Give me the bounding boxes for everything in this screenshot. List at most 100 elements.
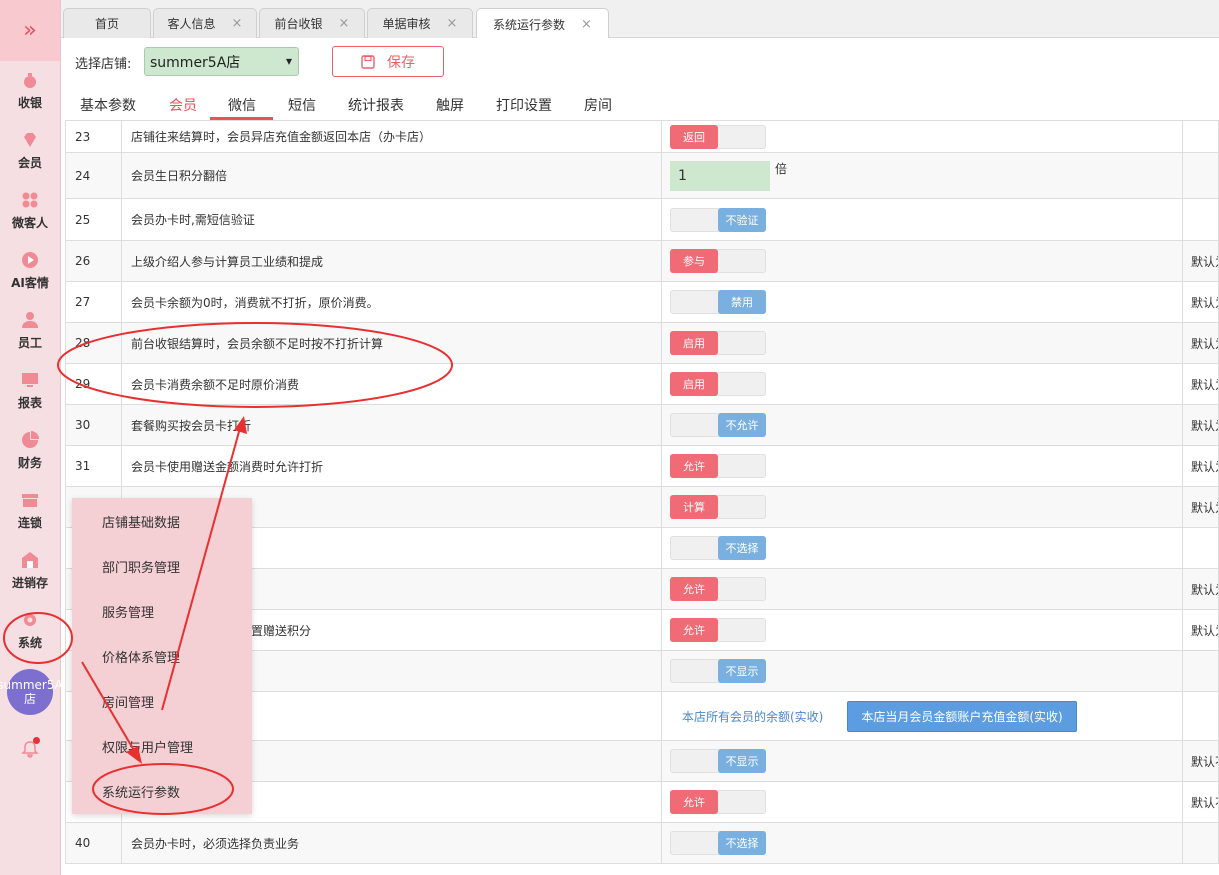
setting-toggle[interactable]: 不选择: [670, 831, 766, 855]
close-icon[interactable]: ×: [447, 16, 458, 31]
menu-item[interactable]: 权限与用户管理: [102, 737, 193, 756]
sidebar-item[interactable]: AI客情: [0, 241, 60, 301]
subtab-reports[interactable]: 统计报表: [348, 95, 404, 115]
menu-item[interactable]: 房间管理: [102, 692, 154, 711]
pie-icon: [21, 431, 39, 449]
expand-sidebar-button[interactable]: »: [0, 0, 60, 61]
subtab-rooms[interactable]: 房间: [584, 95, 612, 115]
toolbar: 选择店铺: summer5A店 ▾ 保存: [61, 38, 1219, 86]
toggle-knob: 计算: [670, 495, 718, 519]
sidebar-item-label: 系统: [17, 636, 42, 650]
subtab-wechat[interactable]: 微信: [228, 95, 256, 115]
unit-label: 倍: [775, 162, 788, 176]
chevron-down-icon: ▾: [285, 54, 292, 68]
gear-icon: [21, 611, 39, 629]
setting-toggle[interactable]: 启用: [670, 372, 766, 396]
subtab-basic[interactable]: 基本参数: [80, 95, 136, 115]
row-description: 会员卡余额为0时，消费就不打折，原价消费。: [121, 282, 661, 322]
close-icon[interactable]: ×: [339, 16, 350, 31]
setting-toggle[interactable]: 不选择: [670, 536, 766, 560]
store-select-value: summer5A店: [150, 54, 241, 71]
row-control: 1倍: [661, 153, 1182, 198]
menu-item[interactable]: 价格体系管理: [102, 647, 180, 666]
setting-toggle[interactable]: 返回: [670, 124, 766, 149]
subtab-member[interactable]: 会员: [169, 95, 197, 115]
setting-toggle[interactable]: 不显示: [670, 659, 766, 683]
notification-bell-button[interactable]: [18, 737, 42, 761]
menu-item[interactable]: 系统运行参数: [102, 782, 180, 801]
tab-customer-info[interactable]: 客人信息 ×: [153, 8, 257, 38]
table-row: 25 会员办卡时,需短信验证 不验证: [65, 199, 1219, 241]
row-control: 不选择: [661, 823, 1182, 863]
row-control: 计算: [661, 487, 1182, 527]
sidebar-item[interactable]: 报表: [0, 361, 60, 421]
toggle-knob: 不允许: [718, 413, 766, 437]
row-description: 会员生日积分翻倍: [121, 153, 661, 198]
tab-front-desk[interactable]: 前台收银 ×: [259, 8, 365, 38]
sidebar-item[interactable]: 进销存: [0, 541, 60, 601]
tab-label: 单据审核: [382, 17, 431, 31]
play-icon: [21, 251, 39, 269]
sidebar-item[interactable]: 微客人: [0, 181, 60, 241]
sidebar-item[interactable]: 系统: [0, 601, 60, 661]
table-row: 23 店铺往来结算时，会员异店充值金额返回本店（办卡店） 返回: [65, 121, 1219, 153]
save-label: 保存: [387, 54, 415, 71]
sidebar-item[interactable]: 连锁: [0, 481, 60, 541]
tab-bar: 首页 客人信息 × 前台收银 × 单据审核 × 系统运行参数 ×: [61, 0, 1219, 39]
money-bag-icon: [21, 71, 39, 89]
setting-toggle[interactable]: 允许: [670, 454, 766, 478]
multiplier-input[interactable]: 1: [670, 160, 770, 191]
subtab-touchscreen[interactable]: 触屏: [436, 95, 464, 115]
sidebar: » 收银会员微客人 AI客情员工报表 财务 连锁 进销存系统 summer5A店: [0, 0, 63, 875]
toggle-knob: 不选择: [718, 536, 766, 560]
toggle-knob: 允许: [670, 618, 718, 642]
tab-system-params[interactable]: 系统运行参数 ×: [476, 8, 609, 39]
row-note: [1182, 692, 1219, 740]
setting-toggle[interactable]: 参与: [670, 249, 766, 273]
subtab-print[interactable]: 打印设置: [496, 95, 552, 115]
toggle-knob: 允许: [670, 790, 718, 814]
setting-toggle[interactable]: 不显示: [670, 749, 766, 773]
toggle-knob: 禁用: [718, 290, 766, 314]
row-control: 启用: [661, 323, 1182, 363]
menu-item[interactable]: 店铺基础数据: [102, 512, 180, 531]
close-icon[interactable]: ×: [581, 17, 592, 32]
option-monthly-recharge-button[interactable]: 本店当月会员金额账户充值金额(实收): [847, 700, 1077, 732]
sidebar-item-label: 员工: [17, 336, 42, 350]
tab-home[interactable]: 首页: [63, 8, 151, 38]
save-button[interactable]: 保存: [332, 46, 444, 77]
store-icon: [21, 491, 39, 509]
person-icon: [21, 311, 39, 329]
sidebar-item-label: 会员: [17, 156, 42, 170]
double-chevron-right-icon: »: [23, 18, 37, 43]
menu-item[interactable]: 服务管理: [102, 602, 154, 621]
row-note: [1182, 199, 1219, 240]
setting-toggle[interactable]: 禁用: [670, 290, 766, 314]
tab-label: 客人信息: [167, 17, 216, 31]
store-select[interactable]: summer5A店 ▾: [144, 47, 299, 76]
setting-toggle[interactable]: 允许: [670, 618, 766, 642]
sidebar-item[interactable]: 员工: [0, 301, 60, 361]
setting-toggle[interactable]: 不验证: [670, 207, 766, 232]
row-control: 允许: [661, 569, 1182, 609]
store-avatar[interactable]: summer5A店: [0, 669, 63, 715]
close-icon[interactable]: ×: [232, 16, 243, 31]
toggle-knob: 不显示: [718, 659, 766, 683]
option-all-balance[interactable]: 本店所有会员的余额(实收): [682, 708, 823, 725]
menu-item[interactable]: 部门职务管理: [102, 557, 180, 576]
row-note: 默认为: [1182, 241, 1219, 281]
setting-toggle[interactable]: 不允许: [670, 413, 766, 437]
row-number: 40: [65, 823, 121, 863]
tab-document-review[interactable]: 单据审核 ×: [367, 8, 473, 38]
sidebar-item[interactable]: 会员: [0, 121, 60, 181]
setting-toggle[interactable]: 计算: [670, 495, 766, 519]
row-control: 参与: [661, 241, 1182, 281]
sidebar-item[interactable]: 收银: [0, 61, 60, 121]
setting-toggle[interactable]: 允许: [670, 577, 766, 601]
sidebar-item[interactable]: 财务: [0, 421, 60, 481]
row-control: 禁用: [661, 282, 1182, 322]
tab-label: 系统运行参数: [493, 17, 566, 32]
subtab-sms[interactable]: 短信: [288, 95, 316, 115]
setting-toggle[interactable]: 启用: [670, 331, 766, 355]
setting-toggle[interactable]: 允许: [670, 790, 766, 814]
